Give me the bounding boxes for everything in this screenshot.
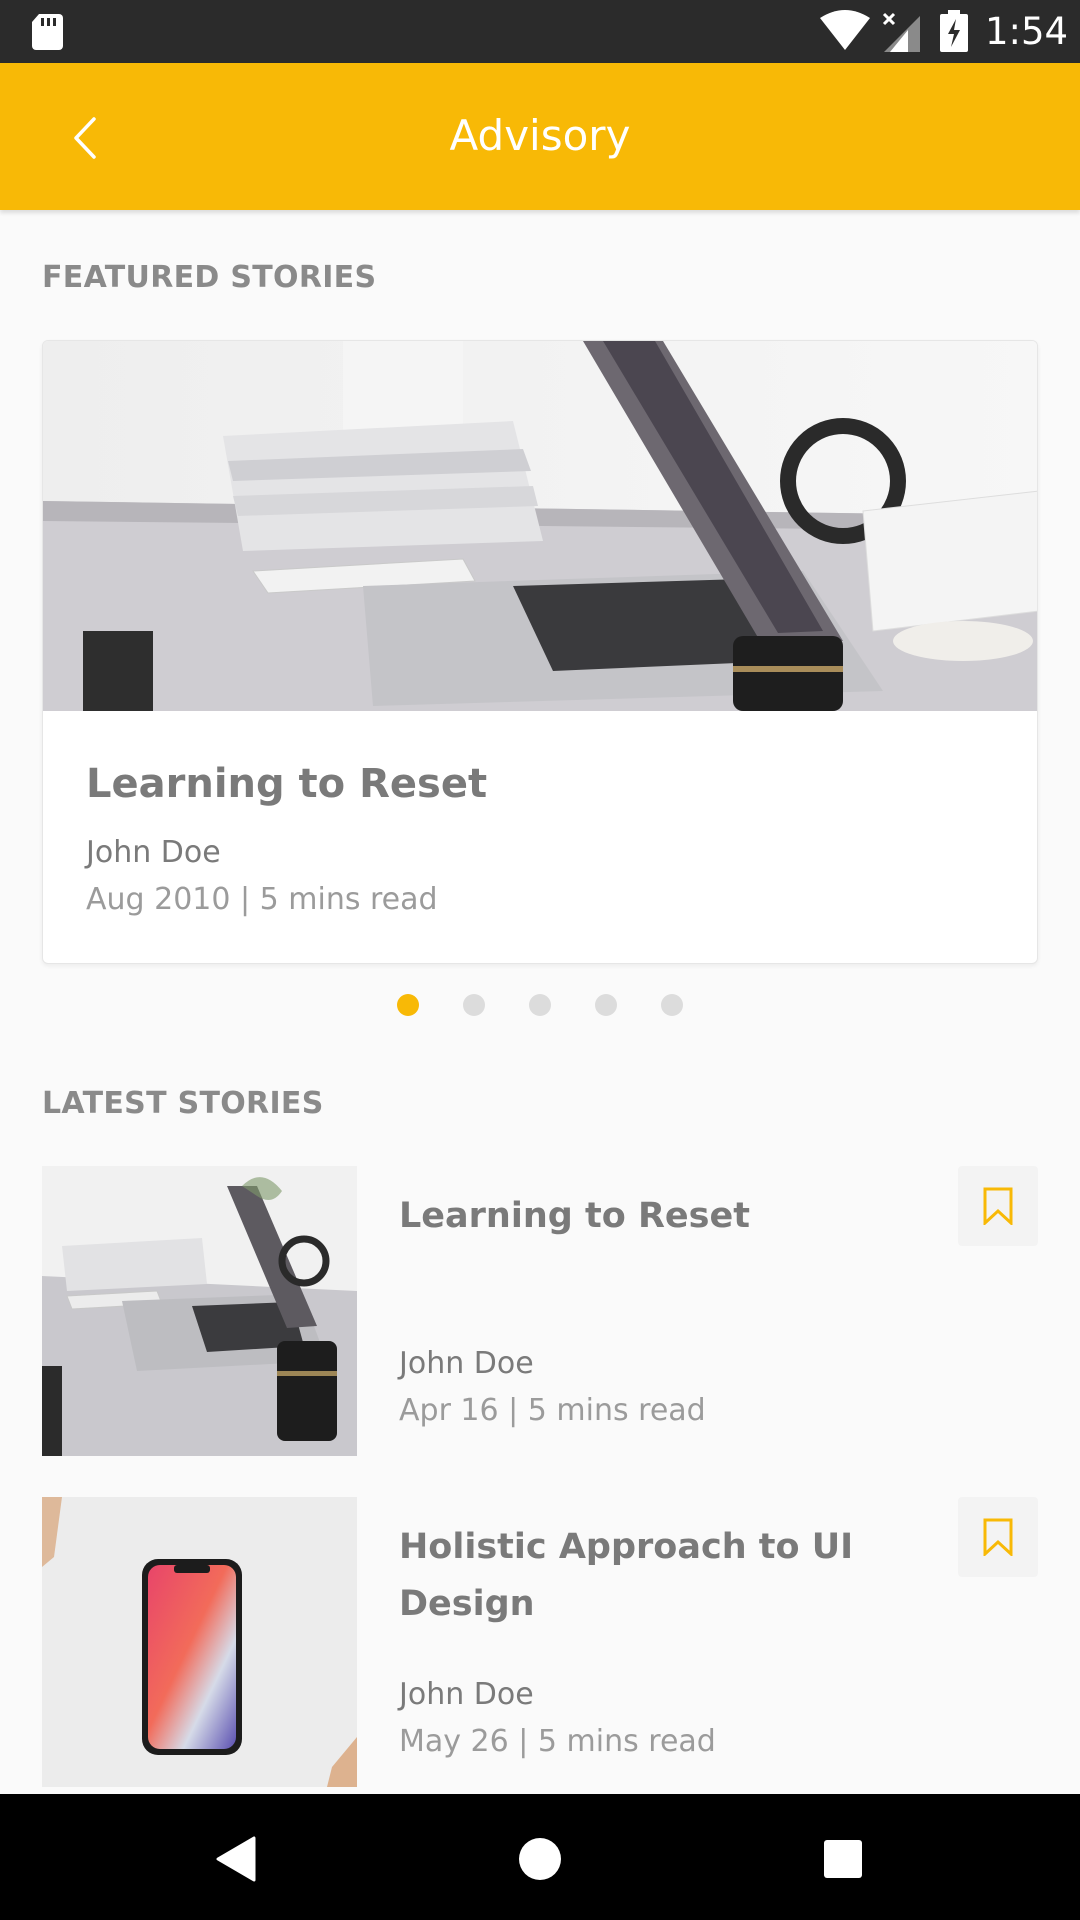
status-clock: 1:54 <box>985 10 1069 53</box>
app-bar: Advisory <box>0 63 1080 210</box>
pager-dot[interactable] <box>595 994 617 1016</box>
home-circle-icon <box>519 1838 561 1880</box>
featured-pager <box>0 994 1080 1018</box>
story-author: John Doe <box>399 1346 534 1381</box>
latest-story-item[interactable]: Holistic Approach to UI Design John Doe … <box>42 1497 1038 1787</box>
featured-story-image <box>43 341 1037 711</box>
cell-signal-icon <box>882 12 920 52</box>
story-thumbnail <box>42 1166 357 1456</box>
story-meta: May 26 | 5 mins read <box>399 1724 716 1759</box>
wifi-icon <box>820 10 870 50</box>
bookmark-icon <box>983 1518 1013 1556</box>
pager-dot[interactable] <box>661 994 683 1016</box>
system-nav-bar <box>0 1794 1080 1920</box>
featured-story-meta: Aug 2010 | 5 mins read <box>86 882 438 917</box>
story-title: Learning to Reset <box>399 1196 750 1236</box>
bookmark-button[interactable] <box>958 1166 1038 1246</box>
recents-square-icon <box>824 1840 862 1878</box>
nav-home-button[interactable] <box>505 1824 575 1894</box>
story-thumbnail <box>42 1497 357 1787</box>
nav-recents-button[interactable] <box>808 1824 878 1894</box>
status-bar: 1:54 <box>0 0 1080 63</box>
bookmark-icon <box>983 1187 1013 1225</box>
latest-story-item[interactable]: Learning to Reset John Doe Apr 16 | 5 mi… <box>42 1166 1038 1456</box>
bookmark-button[interactable] <box>958 1497 1038 1577</box>
story-author: John Doe <box>399 1677 534 1712</box>
featured-story-title: Learning to Reset <box>86 761 488 807</box>
story-title: Holistic Approach to UI Design <box>399 1527 854 1624</box>
battery-charging-icon <box>940 10 968 52</box>
nav-back-button[interactable] <box>200 1824 270 1894</box>
page-title: Advisory <box>449 111 631 160</box>
pager-dot[interactable] <box>397 994 419 1016</box>
pager-dot[interactable] <box>529 994 551 1016</box>
pager-dot[interactable] <box>463 994 485 1016</box>
back-triangle-icon <box>216 1836 256 1882</box>
featured-story-author: John Doe <box>86 835 221 870</box>
story-meta: Apr 16 | 5 mins read <box>399 1393 706 1428</box>
featured-section-label: FEATURED STORIES <box>42 260 377 295</box>
latest-section-label: LATEST STORIES <box>42 1086 324 1121</box>
featured-story-card[interactable]: Learning to Reset John Doe Aug 2010 | 5 … <box>42 340 1038 964</box>
sd-card-icon <box>32 14 63 50</box>
